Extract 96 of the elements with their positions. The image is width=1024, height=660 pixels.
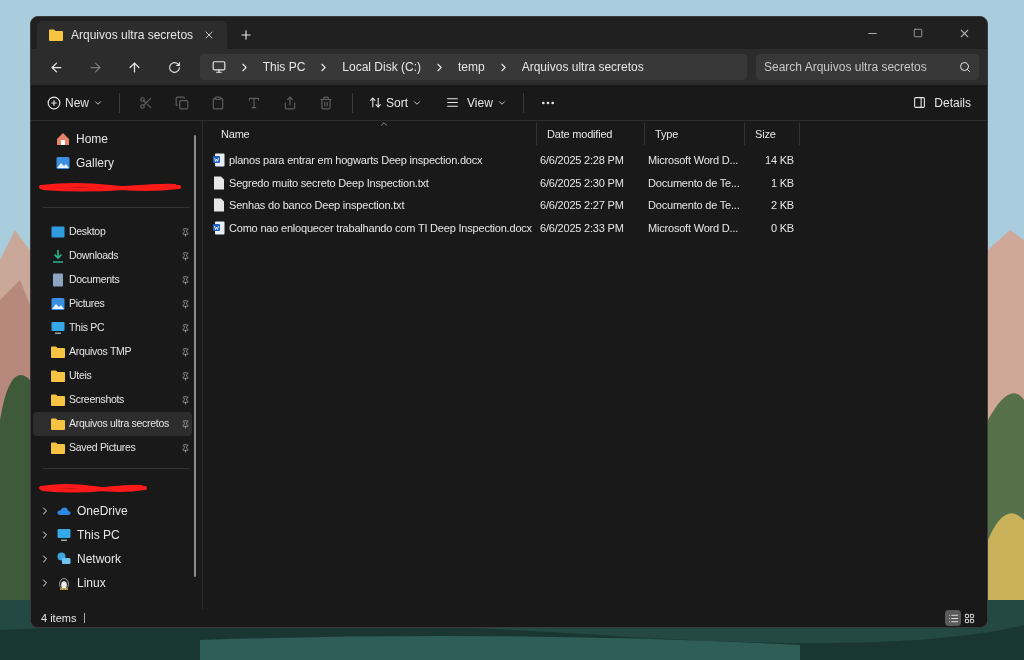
back-icon[interactable]	[49, 59, 65, 75]
search-icon	[959, 61, 971, 73]
folder-icon	[51, 346, 65, 358]
file-name-cell[interactable]: Como nao enloquecer trabalhando com TI Deep Inspection.docx	[211, 219, 536, 236]
text-file-icon	[213, 175, 225, 190]
pin-icon[interactable]	[181, 299, 190, 309]
breadcrumb-item[interactable]: Arquivos ultra secretos	[521, 58, 644, 76]
tab[interactable]: Arquivos ultra secretos	[37, 21, 227, 49]
sidebar-item[interactable]: Screenshots	[33, 388, 192, 412]
close-icon[interactable]	[203, 29, 215, 41]
column-header[interactable]: Size	[744, 123, 800, 145]
details-button[interactable]: Details	[905, 88, 979, 117]
new-tab-icon[interactable]	[239, 28, 253, 42]
desktop-icon	[51, 225, 65, 239]
address-bar[interactable]: This PC Local Disk (C:) temp Arquivos ultra secretos	[199, 54, 747, 80]
view-button[interactable]: View	[438, 88, 515, 117]
table-cell-text: Documento de Te...	[647, 175, 741, 191]
gallery-icon	[56, 156, 70, 170]
pin-icon[interactable]	[181, 395, 190, 405]
sort-button[interactable]: Sort	[361, 88, 431, 117]
table-cell-text: 0 KB	[769, 220, 795, 236]
file-name-cell[interactable]: Senhas do banco Deep inspection.txt	[211, 197, 536, 214]
monitor-icon	[211, 60, 226, 74]
sidebar-item[interactable]: This PC	[31, 523, 202, 547]
column-header[interactable]: Date modified	[536, 123, 644, 145]
pin-icon[interactable]	[181, 323, 190, 333]
plus-icon	[47, 95, 61, 110]
sidebar-item[interactable]: Saved Pictures	[33, 436, 192, 460]
network-icon	[57, 552, 71, 566]
pin-icon[interactable]	[181, 251, 190, 261]
sidebar-item[interactable]: OneDrive	[31, 499, 202, 523]
word-document-icon	[213, 153, 225, 168]
pin-icon[interactable]	[181, 347, 190, 357]
search-field[interactable]: Search Arquivos ultra secretos	[756, 54, 979, 80]
item-count: 4 items	[41, 610, 77, 626]
sidebar-item[interactable]: Linux	[31, 571, 202, 595]
breadcrumb-item[interactable]: This PC	[262, 58, 306, 76]
sidebar-item[interactable]: Downloads	[33, 244, 192, 268]
cloud-icon	[57, 504, 71, 518]
sidebar-item[interactable]: Pictures	[33, 292, 192, 316]
table-cell-text: 6/6/2025 2:30 PM	[539, 175, 625, 191]
sidebar-item[interactable]: Uteis	[33, 364, 192, 388]
penguin-icon	[57, 576, 71, 590]
sidebar-item[interactable]: Home	[35, 127, 190, 151]
text-file-icon	[213, 198, 225, 213]
sidebar-item[interactable]: Arquivos ultra secretos	[33, 412, 192, 436]
pin-icon[interactable]	[181, 275, 190, 285]
file-name-cell[interactable]: Segredo muito secreto Deep Inspection.txt	[211, 174, 536, 191]
sidebar-item[interactable]: Network	[31, 547, 202, 571]
refresh-icon[interactable]	[167, 60, 181, 74]
file-name-cell[interactable]: planos para entrar em hogwarts Deep inspection.docx	[211, 152, 536, 169]
folder-icon	[51, 442, 65, 454]
sidebar-item[interactable]: Desktop	[33, 220, 192, 244]
pin-icon[interactable]	[181, 419, 190, 429]
pin-icon[interactable]	[181, 371, 190, 381]
folder-icon	[51, 370, 65, 382]
column-header[interactable]: Type	[644, 123, 744, 145]
folder-icon	[49, 29, 63, 41]
scrollbar[interactable]	[194, 135, 196, 577]
new-button[interactable]: New	[39, 88, 111, 117]
table-cell-text: 2 KB	[769, 198, 795, 213]
home-icon	[56, 132, 70, 146]
maximize-icon[interactable]	[913, 28, 923, 38]
sort-icon	[369, 96, 382, 109]
panel-icon	[913, 96, 927, 109]
sidebar-item[interactable]: Gallery	[35, 151, 190, 175]
details-view-button[interactable]	[945, 610, 961, 626]
table-cell-text: 6/6/2025 2:27 PM	[539, 198, 625, 213]
pin-icon[interactable]	[181, 443, 190, 453]
pictures-icon	[51, 297, 65, 311]
word-document-icon	[213, 220, 225, 235]
document-icon	[51, 273, 65, 287]
folder-icon	[51, 418, 65, 430]
download-icon	[51, 249, 65, 263]
monitor-icon	[51, 321, 65, 335]
table-cell-text: Microsoft Word D...	[647, 153, 740, 168]
lines-icon	[446, 96, 460, 109]
tab-title: Arquivos ultra secretos	[71, 27, 195, 44]
forward-icon[interactable]	[88, 59, 104, 75]
table-cell-text: 6/6/2025 2:33 PM	[539, 220, 625, 236]
sidebar-item[interactable]: This PC	[33, 316, 192, 340]
sidebar-item[interactable]: Documents	[33, 268, 192, 292]
monitor-icon	[57, 528, 71, 542]
table-cell-text: 6/6/2025 2:28 PM	[539, 153, 625, 168]
up-icon[interactable]	[127, 59, 143, 75]
breadcrumb-item[interactable]: temp	[458, 58, 485, 76]
table-cell-text: Microsoft Word D...	[647, 220, 740, 236]
table-cell-text: Documento de Te...	[647, 198, 741, 213]
table-cell-text: 14 KB	[764, 153, 795, 168]
column-header[interactable]: Name	[211, 123, 536, 145]
folder-icon	[51, 394, 65, 406]
pin-icon[interactable]	[181, 227, 190, 237]
table-cell-text: 1 KB	[769, 175, 795, 191]
breadcrumb-item[interactable]: Local Disk (C:)	[342, 58, 421, 76]
sort-indicator-icon	[379, 121, 389, 129]
sidebar-item[interactable]: Arquivos TMP	[33, 340, 192, 364]
